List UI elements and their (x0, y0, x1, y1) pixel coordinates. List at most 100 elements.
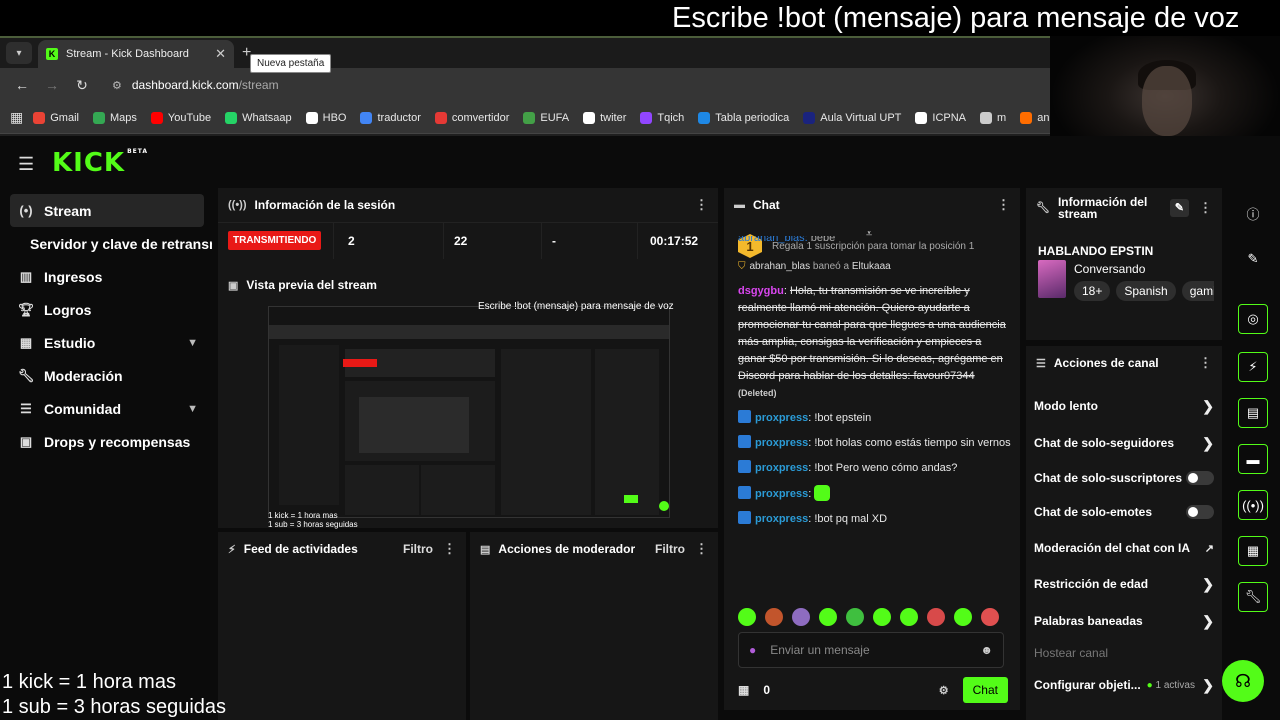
site-info-icon[interactable]: ⚙ (112, 79, 122, 92)
emote-icon[interactable] (819, 608, 837, 626)
broadcast-icon[interactable]: ((•)) (1238, 490, 1268, 520)
chat-username[interactable]: proxpress (755, 462, 808, 474)
more-options-icon[interactable]: ⋮ (1199, 355, 1212, 371)
send-chat-button[interactable]: Chat (962, 677, 1008, 703)
camera-icon[interactable]: ◎ (1238, 304, 1268, 334)
edit-pencil-icon[interactable]: ✎ (1169, 199, 1189, 217)
wrench-icon[interactable]: 🔧︎ (1238, 582, 1268, 612)
chat-icon[interactable]: ▬ (1238, 444, 1268, 474)
emotes-only-toggle[interactable] (1186, 505, 1214, 519)
edit-icon[interactable]: ✎ (1238, 244, 1268, 274)
bookmark-item[interactable]: m (980, 111, 1006, 124)
bookmark-item[interactable]: HBO (305, 111, 346, 124)
bookmark-item[interactable]: EUFA (523, 111, 569, 124)
more-options-icon[interactable]: ⋮ (1199, 201, 1212, 214)
bookmark-item[interactable]: comvertidor (434, 111, 509, 124)
apps-grid-icon[interactable]: ▦ (10, 109, 23, 126)
bookmark-item[interactable]: Whatsaap (225, 111, 292, 124)
bookmark-item[interactable]: YouTube (150, 111, 211, 124)
bookmark-item[interactable]: Tqich (640, 111, 684, 124)
tab-kick-dashboard[interactable]: K Stream - Kick Dashboard ✕ (38, 40, 234, 68)
sidebar-item-moderacion[interactable]: 🔧︎ Moderación (0, 359, 212, 392)
tag[interactable]: 18+ (1074, 281, 1111, 301)
reload-icon[interactable]: ↻ (70, 77, 94, 94)
chat-message-input[interactable]: ● Enviar un mensaje ☻ (738, 632, 1004, 668)
tag[interactable]: Spanish (1116, 281, 1176, 301)
tab-list-button[interactable]: ▾ (6, 42, 32, 64)
chevron-down-icon[interactable]: ▼ (187, 337, 198, 349)
emote-icon[interactable] (927, 608, 945, 626)
forward-icon[interactable]: → (40, 77, 64, 93)
bookmark-item[interactable]: twiter (583, 111, 626, 124)
more-options-icon[interactable]: ⋮ (997, 197, 1010, 213)
bookmark-item[interactable]: Gmail (33, 111, 79, 124)
chat-username[interactable]: abrahan_blas: (738, 236, 808, 244)
chat-username[interactable]: proxpress (755, 513, 808, 525)
category-name[interactable]: Conversando (1074, 262, 1145, 276)
emote-icon[interactable] (792, 608, 810, 626)
menu-icon[interactable]: ☰ (18, 154, 34, 175)
filter-button[interactable]: Filtro (403, 542, 433, 556)
chevron-right-icon: ❯ (1202, 397, 1214, 414)
filter-button[interactable]: Filtro (655, 542, 685, 556)
microphone-icon[interactable]: ● (749, 643, 756, 657)
gear-icon[interactable]: ⚙ (939, 684, 949, 697)
tag[interactable]: gami (1181, 281, 1214, 301)
subscribers-only-toggle[interactable] (1186, 471, 1214, 485)
layout-icon[interactable]: ▦ (1238, 536, 1268, 566)
back-icon[interactable]: ← (10, 77, 34, 93)
bookmark-item[interactable]: Aula Virtual UPT (803, 111, 901, 124)
close-tab-icon[interactable]: ✕ (215, 46, 226, 62)
action-ai-moderation[interactable]: Moderación del chat con IA ↗ (1034, 538, 1214, 558)
ban-moderator[interactable]: abrahan_blas (750, 261, 811, 272)
action-followers-only[interactable]: Chat de solo-seguidores ❯ (1034, 433, 1214, 453)
stream-preview-video[interactable] (268, 306, 670, 518)
action-age-restriction[interactable]: Restricción de edad ❯ (1034, 574, 1214, 594)
action-banned-words[interactable]: Palabras baneadas ❯ (1034, 611, 1214, 631)
kick-logo[interactable]: KICK BETA (52, 148, 148, 178)
emote-icon[interactable] (873, 608, 891, 626)
bookmark-item[interactable]: Tabla periodica (698, 111, 789, 124)
emote-icon[interactable] (981, 608, 999, 626)
more-options-icon[interactable]: ⋮ (443, 541, 456, 557)
more-options-icon[interactable]: ⋮ (695, 197, 708, 213)
emote-icon[interactable] (765, 608, 783, 626)
chat-message: proxpress: !bot holas como estás tiempo … (738, 435, 1012, 452)
emote-icon[interactable] (846, 608, 864, 626)
stream-icon: (•) (19, 203, 33, 218)
bookmark-label: an (1037, 111, 1050, 124)
emote-icon[interactable] (954, 608, 972, 626)
bookmark-item[interactable]: traductor (360, 111, 421, 124)
scroll-down-icon[interactable]: ⩡ (866, 228, 872, 241)
action-configure-goals[interactable]: Configurar objeti... 1 activas ❯ (1034, 675, 1214, 695)
gift-icon[interactable]: ▦ (738, 683, 749, 697)
sidebar-item-comunidad[interactable]: ☰ Comunidad ▼ (0, 392, 212, 425)
support-headset-button[interactable]: ☊ (1222, 660, 1264, 702)
emoji-picker-icon[interactable]: ☻ (980, 643, 993, 657)
chat-username[interactable]: proxpress (755, 437, 808, 449)
chat-username[interactable]: proxpress (755, 488, 808, 500)
url-field[interactable]: ⚙ dashboard.kick.com/stream (112, 78, 279, 92)
more-options-icon[interactable]: ⋮ (695, 541, 708, 557)
stream-info-panel: 🔧︎ Información del stream ✎ ⋮ HABLANDO E… (1026, 188, 1222, 340)
sidebar-item-logros[interactable]: 🏆︎ Logros (0, 293, 212, 326)
bookmark-item[interactable]: an (1020, 111, 1050, 124)
emote-icon[interactable] (900, 608, 918, 626)
action-slow-mode[interactable]: Modo lento ❯ (1034, 396, 1214, 416)
sidebar-item-server-key[interactable]: Servidor y clave de retransm (0, 227, 212, 260)
chat-username[interactable]: proxpress (755, 412, 808, 424)
info-icon[interactable]: ⓘ (1238, 198, 1268, 228)
document-icon: ▤ (480, 543, 491, 556)
sidebar-item-drops[interactable]: ▣ Drops y recompensas (0, 425, 212, 458)
ban-target[interactable]: Eltukaaa (852, 261, 891, 272)
emote-icon[interactable] (738, 608, 756, 626)
lightning-icon[interactable]: ⚡︎ (1238, 352, 1268, 382)
document-icon[interactable]: ▤ (1238, 398, 1268, 428)
chevron-down-icon[interactable]: ▼ (187, 403, 198, 415)
sidebar-item-ingresos[interactable]: ▥ Ingresos (0, 260, 212, 293)
sidebar-item-estudio[interactable]: ▦ Estudio ▼ (0, 326, 212, 359)
sidebar-item-stream[interactable]: (•) Stream (10, 194, 204, 227)
chat-username[interactable]: dsgygbu (738, 285, 784, 297)
bookmark-item[interactable]: Maps (92, 111, 137, 124)
bookmark-item[interactable]: ICPNA (915, 111, 966, 124)
